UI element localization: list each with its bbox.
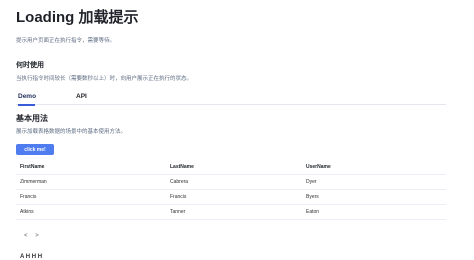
column-header-lastname[interactable]: LastName: [170, 160, 194, 175]
table-cell: Zimmerman: [20, 179, 47, 185]
table-header-row: FirstName LastName UserName: [16, 160, 446, 175]
table-cell: Dyer: [306, 179, 317, 185]
table-row: Zimmerman Cabrera Dyer: [16, 175, 446, 190]
table-cell: Atkins: [20, 209, 34, 215]
table-row: Francis Francis Byers: [16, 190, 446, 205]
table-cell: Francis: [170, 194, 187, 200]
table-cell: Cabrera: [170, 179, 189, 185]
table-cell: Byers: [306, 194, 319, 200]
page-title: Loading 加载提示: [16, 9, 139, 26]
when-to-use-heading: 何时使用: [16, 62, 44, 69]
tab-demo[interactable]: Demo: [18, 93, 36, 106]
table-cell: Eaton: [306, 209, 320, 215]
tab-api[interactable]: API: [76, 93, 87, 105]
table-cell: Tanner: [170, 209, 186, 215]
when-to-use-description: 当执行指令时间较长（需要数秒以上）时，向用户展示正在执行的状态。: [16, 76, 193, 82]
column-header-firstname[interactable]: FirstName: [20, 160, 44, 175]
section-description: 展示加载表格数据的场景中的基本使用方法。: [16, 129, 127, 135]
data-table: FirstName LastName UserName Zimmerman Ca…: [16, 160, 446, 220]
click-me-button[interactable]: click me!: [16, 144, 54, 155]
next-section-heading-partial: A H H H: [20, 254, 43, 260]
page-description: 提示用户页面正在执行指令，需要等待。: [16, 38, 116, 44]
table-cell: Francis: [20, 194, 37, 200]
table-row: Atkins Tanner Eaton: [16, 205, 446, 220]
page: Loading 加载提示 提示用户页面正在执行指令，需要等待。 何时使用 当执行…: [0, 0, 474, 260]
column-header-username[interactable]: UserName: [306, 160, 331, 175]
section-heading: 基本用法: [16, 114, 48, 123]
tab-bar: Demo API: [16, 93, 446, 106]
code-toggle-icon[interactable]: < >: [24, 233, 42, 239]
